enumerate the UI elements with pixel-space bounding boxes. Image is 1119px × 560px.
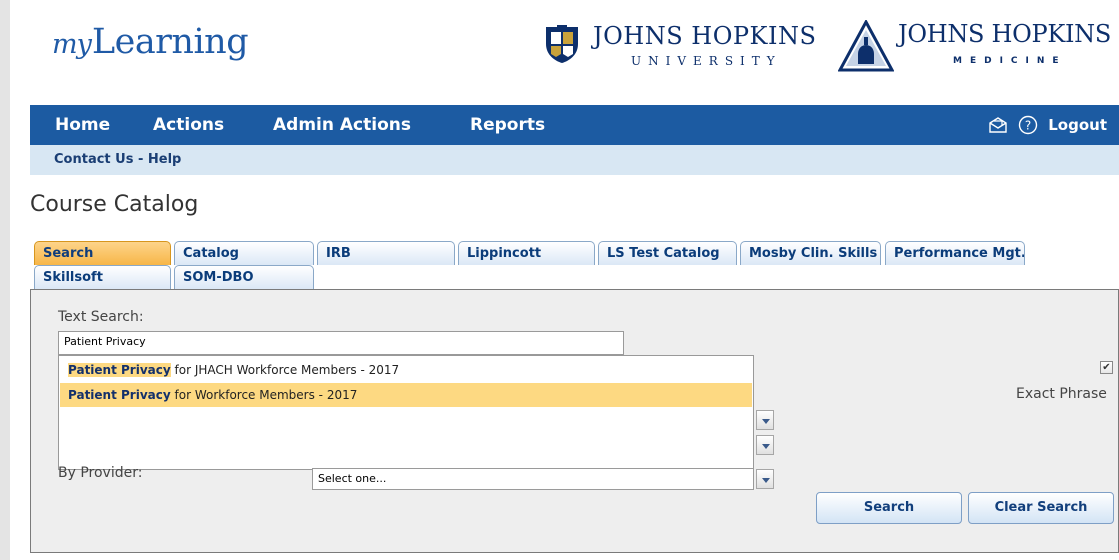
contact-help-link[interactable]: Contact Us - Help <box>54 152 181 167</box>
autocomplete-list: Patient Privacy for JHACH Workforce Memb… <box>58 355 754 470</box>
tab-som-dbo[interactable]: SOM-DBO <box>174 265 314 289</box>
exact-phrase-label: Exact Phrase <box>1016 386 1107 402</box>
jhm-sub: MEDICINE <box>953 56 1067 66</box>
text-search-label: Text Search: <box>58 309 144 325</box>
tab-skillsoft[interactable]: Skillsoft <box>34 265 171 289</box>
nav-reports[interactable]: Reports <box>470 115 545 135</box>
tab-ls-test-catalog[interactable]: LS Test Catalog <box>598 241 737 265</box>
dropdown-arrow-icon[interactable] <box>756 410 774 430</box>
suggestion-rest: for JHACH Workforce Members - 2017 <box>170 363 400 377</box>
jhm-logo[interactable]: JOHNS HOPKINS MEDICINE <box>838 18 1119 78</box>
jhu-shield-icon <box>546 25 578 63</box>
search-button[interactable]: Search <box>816 492 962 524</box>
clear-search-button[interactable]: Clear Search <box>968 492 1114 524</box>
envelope-icon[interactable] <box>988 115 1008 135</box>
search-panel: Text Search: Patient Privacy Patient Pri… <box>30 289 1119 553</box>
svg-text:?: ? <box>1025 119 1031 133</box>
header: my Learning JOHNS HOPKINS UNIVERSITY JOH… <box>30 0 1119 92</box>
nav-admin-actions[interactable]: Admin Actions <box>273 115 411 135</box>
tab-lippincott[interactable]: Lippincott <box>458 241 595 265</box>
suggestion-match: Patient Privacy <box>68 388 171 402</box>
page-title: Course Catalog <box>30 192 199 217</box>
jhm-name: JOHNS HOPKINS <box>898 20 1112 48</box>
jhu-sub: UNIVERSITY <box>631 54 782 68</box>
provider-select[interactable]: Select one... <box>312 468 754 490</box>
suggestion-rest: for Workforce Members - 2017 <box>170 388 358 402</box>
mylearning-logo[interactable]: my Learning <box>52 22 249 72</box>
dropdown-arrow-icon[interactable] <box>756 469 774 489</box>
tab-performance-mgt[interactable]: Performance Mgt. <box>885 241 1025 265</box>
dropdown-arrow-icon[interactable] <box>756 435 774 455</box>
autocomplete-item[interactable]: Patient Privacy for JHACH Workforce Memb… <box>60 358 752 382</box>
jhu-logo[interactable]: JOHNS HOPKINS UNIVERSITY <box>543 20 833 75</box>
help-icon[interactable]: ? <box>1018 115 1038 135</box>
provider-label: By Provider: <box>58 465 143 481</box>
exact-phrase-checkbox[interactable]: ✔ <box>1100 361 1113 374</box>
tab-mosby-clin-skills[interactable]: Mosby Clin. Skills <box>740 241 881 265</box>
logo-main: Learning <box>91 22 249 62</box>
suggestion-match: Patient Privacy <box>68 363 171 377</box>
tab-irb[interactable]: IRB <box>317 241 455 265</box>
logo-prefix: my <box>52 29 92 60</box>
nav-home[interactable]: Home <box>55 115 110 135</box>
text-search-input[interactable]: Patient Privacy <box>58 331 624 355</box>
logout-link[interactable]: Logout <box>1048 116 1107 134</box>
tab-catalog[interactable]: Catalog <box>174 241 314 265</box>
main-nav: Home Actions Admin Actions Reports ? Log… <box>30 105 1119 145</box>
nav-utilities: ? Logout <box>988 113 1107 137</box>
left-gutter <box>0 0 10 560</box>
tab-search[interactable]: Search <box>34 241 171 265</box>
jhu-name: JOHNS HOPKINS <box>593 22 817 50</box>
sub-nav: Contact Us - Help <box>30 145 1119 175</box>
autocomplete-item-highlighted[interactable]: Patient Privacy for Workforce Members - … <box>60 383 752 407</box>
jhm-dome-icon <box>838 20 894 72</box>
page: my Learning JOHNS HOPKINS UNIVERSITY JOH… <box>30 0 1119 560</box>
nav-actions[interactable]: Actions <box>153 115 224 135</box>
